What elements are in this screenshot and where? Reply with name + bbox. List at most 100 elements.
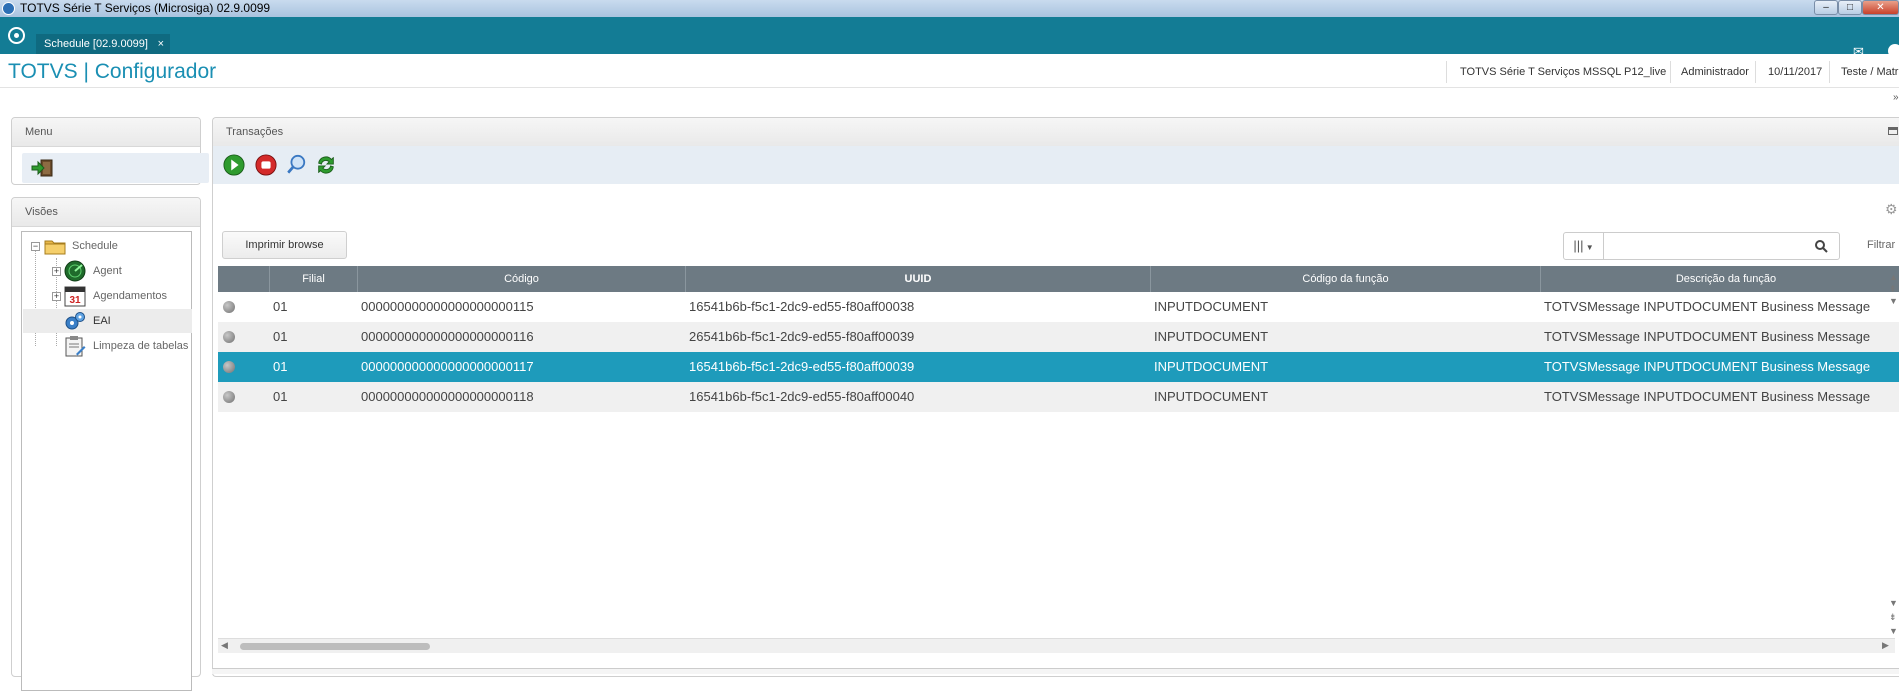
grid-search-box: ||| ▼ — [1563, 232, 1840, 260]
minimize-button[interactable]: ‒ — [1814, 0, 1838, 15]
header-divider — [1670, 61, 1671, 83]
cell-codigo: 000000000000000000000115 — [361, 299, 534, 314]
cell-codigo: 000000000000000000000117 — [361, 359, 534, 374]
header-divider — [1446, 61, 1447, 83]
transactions-grid: Filial Código UUID Código da função Desc… — [218, 266, 1899, 641]
tree-label: EAI — [93, 315, 111, 327]
tree-expander-icon[interactable]: − — [31, 242, 40, 251]
column-header-codigo-da-funcao[interactable]: Código da função — [1151, 266, 1541, 292]
maximize-panel-icon[interactable] — [1888, 127, 1898, 135]
tree-expander-icon[interactable]: + — [52, 292, 61, 301]
tab-bar: Schedule [02.9.0099] × ✉ — [0, 17, 1899, 59]
tree-node-eai[interactable]: EAI — [23, 309, 192, 333]
cell-descricao: TOTVSMessage INPUTDOCUMENT Business Mess… — [1544, 299, 1871, 314]
tree-node-schedule[interactable]: − Schedule — [22, 234, 191, 258]
status-indicator-icon — [223, 391, 235, 403]
mail-icon[interactable]: ✉ — [1853, 44, 1864, 60]
column-header-status — [218, 266, 270, 292]
cell-filial: 01 — [273, 389, 288, 404]
cell-codigo-funcao: INPUTDOCUMENT — [1154, 359, 1269, 374]
status-indicator-icon — [223, 301, 235, 313]
window-title: TOTVS Série T Serviços (Microsiga) 02.9.… — [20, 1, 271, 15]
user-info: Administrador — [1681, 66, 1749, 78]
cell-uuid: 16541b6b-f5c1-2dc9-ed55-f80aff00040 — [689, 389, 915, 404]
folder-icon — [44, 240, 66, 255]
status-indicator-icon — [223, 361, 235, 373]
app-icon — [2, 2, 15, 15]
column-header-descricao-da-funcao[interactable]: Descrição da função — [1541, 266, 1899, 292]
cell-descricao: TOTVSMessage INPUTDOCUMENT Business Mess… — [1544, 359, 1871, 374]
cell-descricao: TOTVSMessage INPUTDOCUMENT Business Mess… — [1544, 389, 1871, 404]
tree-label: Limpeza de tabelas — [93, 340, 189, 352]
cell-filial: 01 — [273, 329, 288, 344]
bottom-panel-edge — [212, 668, 1899, 674]
visoes-tree: − Schedule + Agent + 31 Agendamentos EAI… — [21, 231, 192, 691]
scroll-right-arrow-icon[interactable]: ▶ — [1882, 640, 1889, 651]
cell-codigo: 000000000000000000000116 — [361, 329, 534, 344]
vertical-scrollbar-top-arrows[interactable]: ▲ ⇞ ▼ — [1889, 271, 1898, 307]
app-title: TOTVS | Configurador — [8, 60, 217, 83]
filter-link[interactable]: Filtrar — [1867, 239, 1895, 251]
column-header-filial[interactable]: Filial — [270, 266, 358, 292]
cell-descricao: TOTVSMessage INPUTDOCUMENT Business Mess… — [1544, 329, 1871, 344]
tree-node-agendamentos[interactable]: + 31 Agendamentos — [22, 284, 191, 308]
cell-codigo: 000000000000000000000118 — [361, 389, 534, 404]
magnifier-icon[interactable] — [285, 154, 307, 176]
table-row-selected[interactable]: 01 000000000000000000000117 16541b6b-f5c… — [218, 352, 1899, 382]
close-window-button[interactable]: ✕ — [1862, 0, 1899, 15]
cell-filial: 01 — [273, 359, 288, 374]
cell-uuid: 16541b6b-f5c1-2dc9-ed55-f80aff00038 — [689, 299, 915, 314]
tab-close-icon[interactable]: × — [158, 34, 164, 54]
vertical-scrollbar-bottom-arrows[interactable]: ▼ ⇟ ▼ — [1889, 596, 1898, 638]
header-divider — [1829, 61, 1830, 83]
window-title-bar: TOTVS Série T Serviços (Microsiga) 02.9.… — [0, 0, 1899, 17]
refresh-icon[interactable] — [315, 154, 337, 176]
search-icon[interactable] — [1814, 239, 1828, 253]
svg-text:31: 31 — [69, 295, 81, 306]
tree-expander-icon[interactable]: + — [52, 267, 61, 276]
grid-search-input[interactable] — [1606, 235, 1810, 257]
column-header-uuid[interactable]: UUID — [686, 266, 1151, 292]
menu-panel-title: Menu — [25, 126, 53, 138]
menu-panel: Menu — [11, 117, 209, 185]
column-header-codigo[interactable]: Código — [358, 266, 686, 292]
exit-icon[interactable] — [31, 159, 53, 177]
transacoes-panel-title: Transações — [226, 126, 284, 138]
horizontal-scrollbar[interactable]: ◀ ▶ — [218, 638, 1895, 653]
environment-info: TOTVS Série T Serviços MSSQL P12_live — [1460, 66, 1667, 78]
columns-selector-button[interactable]: ||| ▼ — [1564, 233, 1604, 259]
stop-icon[interactable] — [255, 154, 277, 176]
print-browse-button[interactable]: Imprimir browse — [222, 231, 347, 259]
horizontal-scrollbar-thumb[interactable] — [240, 643, 430, 650]
play-icon[interactable] — [223, 154, 245, 176]
tab-schedule[interactable]: Schedule [02.9.0099] × — [36, 34, 170, 54]
cell-filial: 01 — [273, 299, 288, 314]
collapse-header-icon[interactable]: » — [1893, 92, 1899, 103]
totvs-logo-icon[interactable] — [8, 27, 25, 44]
settings-gear-icon[interactable]: ⚙ — [1885, 201, 1898, 218]
company-info: Teste / Matriz — [1841, 66, 1899, 78]
tree-label: Agent — [93, 265, 122, 277]
transacoes-panel: Transações ⚙ Imprimir browse ||| ▼ Filtr… — [212, 117, 1899, 677]
help-icon[interactable] — [1888, 44, 1899, 58]
calendar-icon: 31 — [64, 286, 86, 307]
clipboard-icon — [65, 336, 86, 357]
maximize-button[interactable]: □ — [1838, 0, 1862, 15]
tree-label: Schedule — [72, 240, 118, 252]
date-info: 10/11/2017 — [1768, 66, 1823, 78]
tree-node-limpeza-de-tabelas[interactable]: Limpeza de tabelas — [22, 334, 191, 358]
table-row[interactable]: 01 000000000000000000000115 16541b6b-f5c… — [218, 292, 1899, 322]
visoes-panel: Visões − Schedule + Agent + 31 Agendamen… — [11, 197, 201, 691]
table-row[interactable]: 01 000000000000000000000118 16541b6b-f5c… — [218, 382, 1899, 412]
tree-node-agent[interactable]: + Agent — [22, 259, 191, 283]
tree-label: Agendamentos — [93, 290, 167, 302]
menu-area — [22, 153, 209, 183]
status-indicator-icon — [223, 331, 235, 343]
cell-codigo-funcao: INPUTDOCUMENT — [1154, 299, 1269, 314]
cell-uuid: 26541b6b-f5c1-2dc9-ed55-f80aff00039 — [689, 329, 915, 344]
cell-codigo-funcao: INPUTDOCUMENT — [1154, 329, 1269, 344]
visoes-panel-title: Visões — [25, 206, 58, 218]
header-rule — [0, 87, 1899, 88]
scroll-left-arrow-icon[interactable]: ◀ — [221, 640, 228, 651]
table-row[interactable]: 01 000000000000000000000116 26541b6b-f5c… — [218, 322, 1899, 352]
